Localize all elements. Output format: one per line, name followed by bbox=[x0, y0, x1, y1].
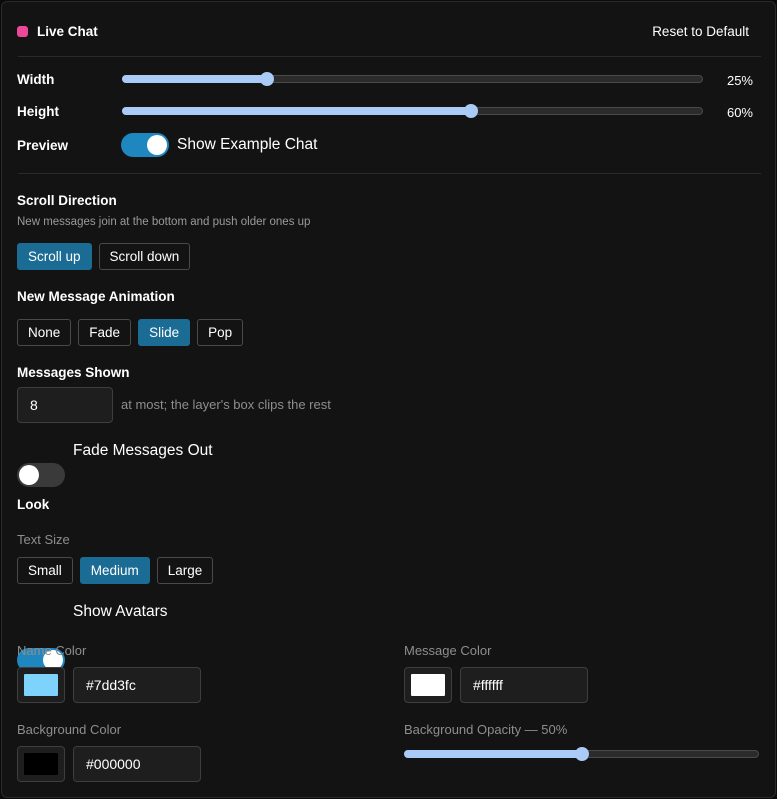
animation-fade-button[interactable]: Fade bbox=[78, 319, 132, 346]
height-slider-thumb[interactable] bbox=[463, 104, 478, 118]
text-size-large-button[interactable]: Large bbox=[156, 557, 214, 584]
panel-title: Live Chat bbox=[37, 24, 98, 39]
live-chat-color-dot bbox=[17, 26, 28, 37]
scroll-up-button[interactable]: Scroll up bbox=[17, 243, 92, 270]
live-chat-settings-panel: Live Chat Reset to Default Width 25% Hei… bbox=[1, 1, 776, 798]
reset-to-default-button[interactable]: Reset to Default bbox=[652, 24, 749, 39]
scroll-down-button[interactable]: Scroll down bbox=[98, 243, 191, 270]
section-divider bbox=[18, 173, 761, 174]
show-avatars-label: Show Avatars bbox=[73, 603, 168, 620]
text-size-small-button[interactable]: Small bbox=[17, 557, 73, 584]
header-divider bbox=[18, 56, 761, 57]
width-value: 25% bbox=[726, 73, 753, 88]
animation-slide-button[interactable]: Slide bbox=[138, 319, 191, 346]
name-color-label: Name Color bbox=[17, 643, 87, 658]
scroll-direction-description: New messages join at the bottom and push… bbox=[17, 216, 311, 228]
height-slider[interactable] bbox=[122, 102, 703, 120]
background-color-input[interactable]: #000000 bbox=[73, 746, 201, 782]
show-example-chat-toggle[interactable] bbox=[121, 133, 169, 157]
background-opacity-label: Background Opacity — 50% bbox=[404, 722, 568, 737]
message-color-input[interactable]: #ffffff bbox=[460, 667, 588, 703]
look-title: Look bbox=[17, 497, 50, 512]
fade-messages-toggle[interactable] bbox=[17, 463, 65, 487]
text-size-label: Text Size bbox=[17, 532, 70, 547]
name-color-input[interactable]: #7dd3fc bbox=[73, 667, 201, 703]
messages-shown-input[interactable]: 8 bbox=[17, 387, 113, 423]
messages-shown-hint: at most; the layer's box clips the rest bbox=[121, 397, 331, 412]
background-opacity-slider[interactable] bbox=[404, 745, 759, 763]
background-color-swatch[interactable] bbox=[17, 746, 65, 782]
width-label: Width bbox=[17, 72, 55, 87]
width-slider-thumb[interactable] bbox=[260, 72, 275, 86]
height-label: Height bbox=[17, 104, 59, 119]
text-size-group: Small Medium Large bbox=[17, 557, 214, 584]
text-size-medium-button[interactable]: Medium bbox=[79, 557, 150, 584]
animation-pop-button[interactable]: Pop bbox=[197, 319, 244, 346]
width-slider[interactable] bbox=[122, 70, 703, 88]
show-example-chat-label: Show Example Chat bbox=[177, 136, 318, 153]
messages-shown-title: Messages Shown bbox=[17, 365, 130, 380]
background-opacity-slider-thumb[interactable] bbox=[574, 747, 589, 761]
scroll-direction-title: Scroll Direction bbox=[17, 193, 117, 208]
name-color-swatch[interactable] bbox=[17, 667, 65, 703]
message-color-label: Message Color bbox=[404, 643, 492, 658]
height-value: 60% bbox=[726, 105, 753, 120]
scroll-direction-group: Scroll up Scroll down bbox=[17, 243, 191, 270]
fade-messages-label: Fade Messages Out bbox=[73, 442, 213, 459]
message-color-swatch[interactable] bbox=[404, 667, 452, 703]
animation-none-button[interactable]: None bbox=[17, 319, 72, 346]
animation-title: New Message Animation bbox=[17, 289, 175, 304]
preview-label: Preview bbox=[17, 138, 69, 153]
animation-group: None Fade Slide Pop bbox=[17, 319, 244, 346]
background-color-label: Background Color bbox=[17, 722, 122, 737]
